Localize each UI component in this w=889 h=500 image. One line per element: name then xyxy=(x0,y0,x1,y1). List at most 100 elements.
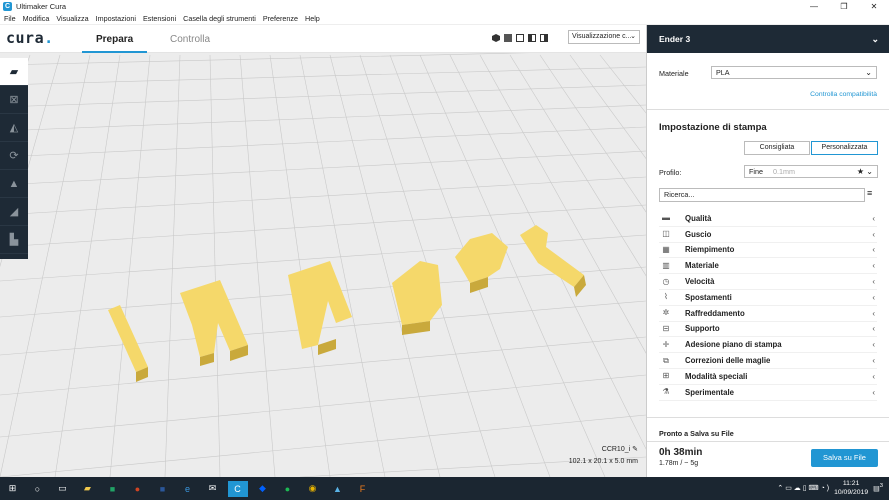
window-title: Ultimaker Cura xyxy=(16,2,67,11)
chevron-down-icon: ⌄ xyxy=(871,34,879,44)
tab-prepare[interactable]: Prepara xyxy=(81,34,148,53)
tab-monitor[interactable]: Controlla xyxy=(170,34,210,45)
divider xyxy=(647,417,889,418)
windows-start-icon[interactable]: ⊞ xyxy=(3,481,23,497)
settings-categories: ▬ Qualità ‹ ◫ Guscio ‹ ▦ Riempimento ‹ ▥ Materi… xyxy=(659,211,877,401)
maximize-button[interactable]: ❐ xyxy=(829,0,859,13)
spotify-icon[interactable]: ● xyxy=(278,481,298,497)
menu-preferences[interactable]: Preferenze xyxy=(263,14,298,23)
mirror-icon[interactable]: ▲ xyxy=(0,170,28,198)
category-mesh-fixes[interactable]: ⧉ Correzioni delle maglie ‹ xyxy=(659,353,877,369)
recommended-mode-button[interactable]: Consigliata xyxy=(744,141,810,155)
chevron-left-icon: ‹ xyxy=(872,371,875,381)
print-time: 0h 38min xyxy=(659,447,703,458)
save-to-file-button[interactable]: Salva su File xyxy=(811,449,878,467)
view-left-icon[interactable] xyxy=(528,34,536,42)
chevron-left-icon: ‹ xyxy=(872,356,875,366)
menu-extensions[interactable]: Estensioni xyxy=(143,14,176,23)
clock[interactable]: 11:21 10/09/2019 xyxy=(834,479,868,497)
move-icon[interactable]: ⊠ xyxy=(0,86,28,114)
powerpoint-icon[interactable]: ● xyxy=(128,481,148,497)
windows-taskbar: ⊞ ○ ▭ ▰ ■ ● ■ e ✉ C ◆ ● ◉ ▲ F ⌃ ▭ ☁ ▯ ⌨ … xyxy=(0,477,889,500)
scale-icon[interactable]: ◭ xyxy=(0,114,28,142)
cooling-icon: ✲ xyxy=(662,308,670,318)
minimize-button[interactable]: — xyxy=(799,0,829,13)
custom-mode-button[interactable]: Personalizzata xyxy=(811,141,878,155)
folder-open-icon[interactable]: ▰ xyxy=(0,58,28,86)
view-front-icon[interactable] xyxy=(504,34,512,42)
material-label: Materiale xyxy=(659,69,689,78)
category-support[interactable]: ⊟ Supporto ‹ xyxy=(659,322,877,338)
menu-edit[interactable]: Modifica xyxy=(23,14,50,23)
chevron-left-icon: ‹ xyxy=(872,292,875,302)
search-icon[interactable]: ○ xyxy=(28,481,48,497)
object-name: CCR10_i xyxy=(601,446,631,453)
build-plate-viewport[interactable]: CCR10_i ✎ 102.1 x 20.1 x 5.0 mm xyxy=(0,25,646,477)
edge-icon[interactable]: e xyxy=(178,481,198,497)
category-adhesion[interactable]: ✛ Adesione piano di stampa ‹ xyxy=(659,337,877,354)
chevron-left-icon: ‹ xyxy=(872,245,875,255)
menu-view[interactable]: Visualizza xyxy=(56,14,88,23)
category-shell[interactable]: ◫ Guscio ‹ xyxy=(659,227,877,243)
view-type-select[interactable]: Visualizzazione c... ⌄ xyxy=(568,30,640,44)
support-icon: ⊟ xyxy=(662,323,670,333)
divider xyxy=(647,109,889,110)
system-tray: ⌃ ▭ ☁ ▯ ⌨ ◔ ) 11:21 10/09/2019 ▤3 xyxy=(777,479,883,497)
file-explorer-icon[interactable]: ▰ xyxy=(78,481,98,497)
category-speed[interactable]: ◷ Velocità ‹ xyxy=(659,274,877,290)
adhesion-icon: ✛ xyxy=(662,339,670,349)
object-info: CCR10_i ✎ 102.1 x 20.1 x 5.0 mm xyxy=(569,445,638,465)
mail-icon[interactable]: ✉ xyxy=(203,481,223,497)
profile-label: Profilo: xyxy=(659,168,682,177)
tray-icons[interactable]: ⌃ ▭ ☁ ▯ ⌨ ◔ ) xyxy=(777,484,829,492)
notifications-icon[interactable]: ▤3 xyxy=(873,483,883,492)
stage-bar: cura. Prepara Controlla Visualizzazione … xyxy=(0,25,646,53)
category-experimental[interactable]: ⚗ Sperimentale ‹ xyxy=(659,385,877,401)
view-right-icon[interactable] xyxy=(540,34,548,42)
edit-name-icon[interactable]: ✎ xyxy=(632,446,638,453)
chrome-icon[interactable]: ◉ xyxy=(303,481,323,497)
menu-file[interactable]: File xyxy=(4,14,16,23)
chevron-left-icon: ‹ xyxy=(872,277,875,287)
build-plate-grid xyxy=(0,25,646,477)
check-compatibility-link[interactable]: Controlla compatibilità xyxy=(810,91,877,98)
task-view-icon[interactable]: ▭ xyxy=(53,481,73,497)
word-icon[interactable]: ■ xyxy=(153,481,173,497)
object-dimensions: 102.1 x 20.1 x 5.0 mm xyxy=(568,458,638,465)
close-button[interactable]: ✕ xyxy=(859,0,889,13)
support-blocker-icon[interactable]: ▙ xyxy=(0,226,28,254)
cura-icon[interactable]: C xyxy=(227,480,248,497)
menu-toolbox[interactable]: Casella degli strumenti xyxy=(183,14,256,23)
experimental-icon: ⚗ xyxy=(662,387,670,397)
category-material[interactable]: ▥ Materiale ‹ xyxy=(659,258,877,275)
category-infill[interactable]: ▦ Riempimento ‹ xyxy=(659,243,877,259)
menu-settings[interactable]: Impostazioni xyxy=(96,14,136,23)
speed-icon: ◷ xyxy=(662,276,670,286)
chevron-left-icon: ‹ xyxy=(872,308,875,318)
fusion-icon[interactable]: F xyxy=(353,481,373,497)
excel-icon[interactable]: ■ xyxy=(103,481,123,497)
hamburger-menu-icon[interactable]: ≡ xyxy=(867,188,872,198)
star-chevron-icon: ★ ⌄ xyxy=(856,167,873,176)
rotate-icon[interactable]: ⟳ xyxy=(0,142,28,170)
app-icon[interactable]: ▲ xyxy=(328,481,348,497)
chevron-left-icon: ‹ xyxy=(872,324,875,334)
per-model-settings-icon[interactable]: ◢ xyxy=(0,198,28,226)
profile-select[interactable]: Fine 0.1mm ★ ⌄ xyxy=(744,165,878,178)
view-top-icon[interactable] xyxy=(516,34,524,42)
menu-help[interactable]: Help xyxy=(305,14,320,23)
printer-name: Ender 3 xyxy=(659,34,691,44)
category-cooling[interactable]: ✲ Raffreddamento ‹ xyxy=(659,306,877,322)
category-quality[interactable]: ▬ Qualità ‹ xyxy=(659,211,877,227)
mesh-fixes-icon: ⧉ xyxy=(663,355,669,365)
dropbox-icon[interactable]: ◆ xyxy=(253,481,273,497)
material-select[interactable]: PLA ⌄ xyxy=(711,66,877,79)
chevron-down-icon: ⌄ xyxy=(865,68,872,77)
category-special-modes[interactable]: ⊞ Modalità speciali ‹ xyxy=(659,369,877,385)
printer-selector[interactable]: Ender 3 ⌄ xyxy=(647,25,889,53)
settings-search-input[interactable]: Ricerca... xyxy=(659,188,865,202)
view-3d-icon[interactable] xyxy=(492,34,500,42)
material-usage: 1.78m / ~ 5g xyxy=(659,460,699,467)
category-travel[interactable]: ⌇ Spostamenti ‹ xyxy=(659,290,877,306)
chevron-left-icon: ‹ xyxy=(872,340,875,350)
